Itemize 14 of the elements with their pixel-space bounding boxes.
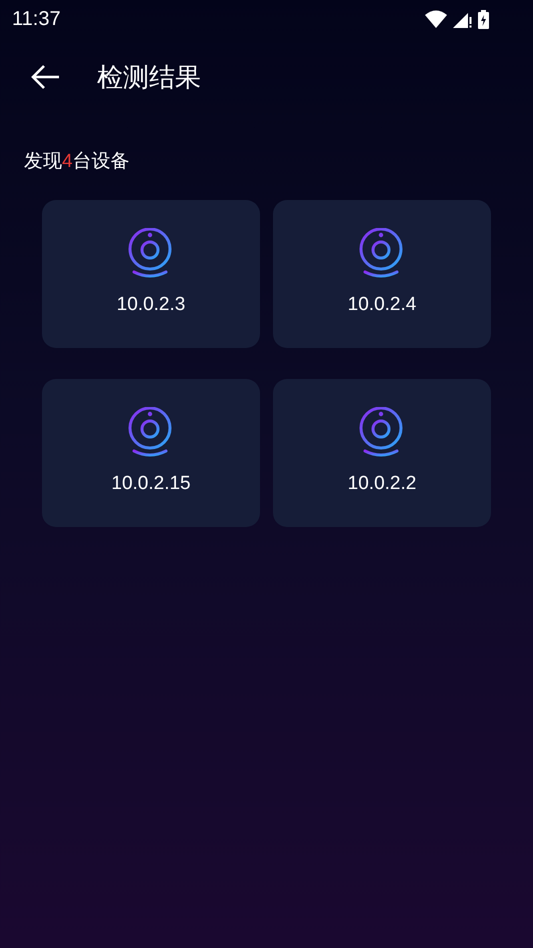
device-card[interactable]: 10.0.2.3	[42, 200, 260, 348]
device-card[interactable]: 10.0.2.4	[273, 200, 491, 348]
device-address: 10.0.2.15	[111, 473, 191, 495]
device-card[interactable]: 10.0.2.2	[273, 379, 491, 527]
battery-icon	[478, 10, 489, 28]
back-arrow-icon[interactable]	[31, 64, 61, 90]
device-address: 10.0.2.4	[348, 294, 416, 316]
device-address: 10.0.2.3	[116, 294, 186, 316]
page-title: 检测结果	[97, 60, 201, 94]
device-address: 10.0.2.2	[348, 473, 416, 495]
status-time: 11:37	[12, 8, 61, 30]
device-card[interactable]: 10.0.2.15	[42, 379, 260, 527]
wifi-icon	[425, 10, 447, 28]
device-count-text: 发现4台设备	[24, 150, 131, 174]
